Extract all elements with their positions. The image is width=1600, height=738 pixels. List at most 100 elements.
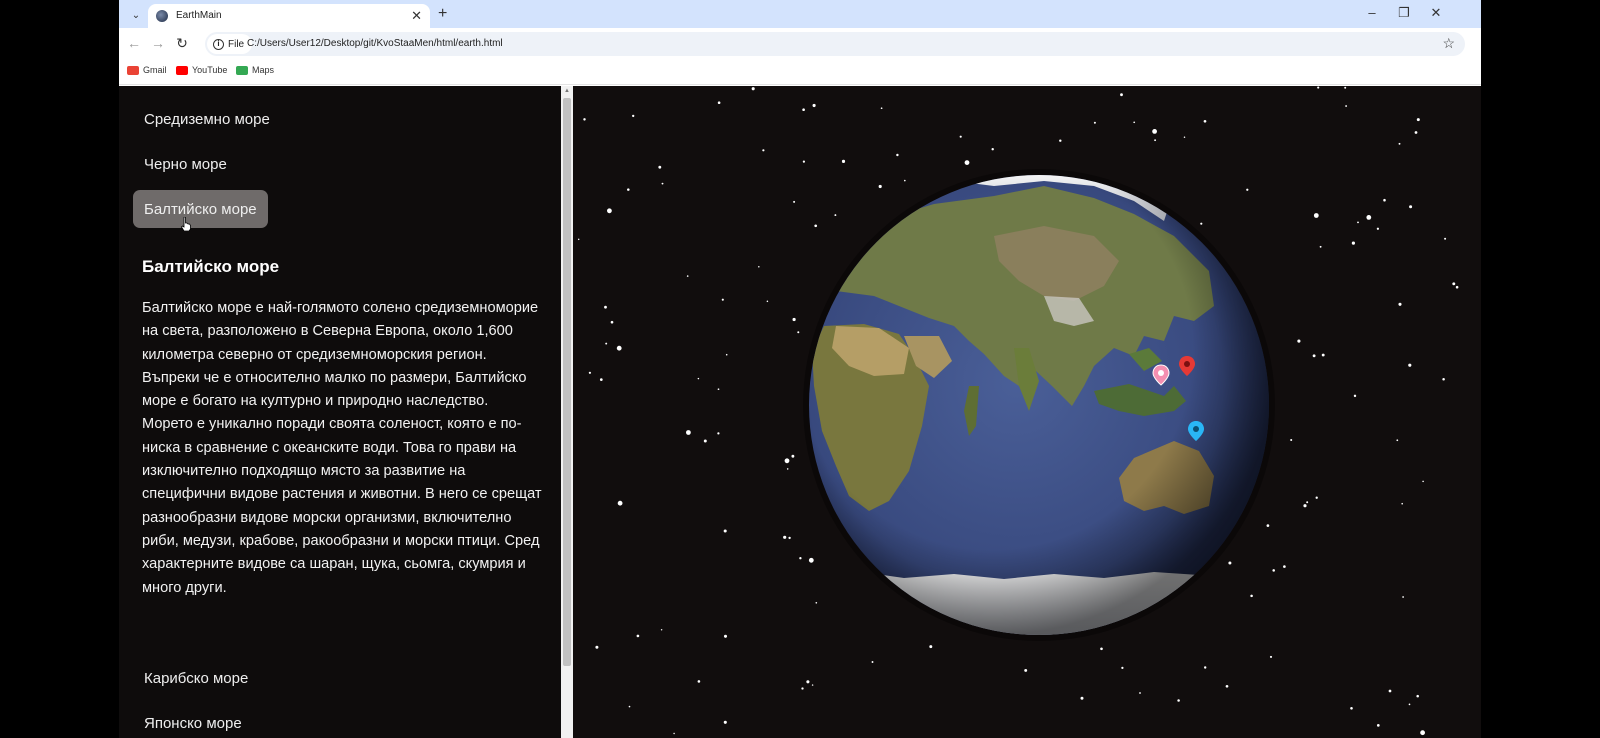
menu-item-caribbean[interactable]: Карибско море [133, 659, 259, 697]
star [1344, 86, 1347, 89]
site-info-chip[interactable]: i File [207, 34, 253, 54]
reload-icon[interactable]: ↻ [173, 35, 191, 52]
star [1183, 136, 1186, 139]
star [697, 680, 701, 683]
sidebar-scrollbar[interactable]: ▲ [561, 86, 573, 738]
star [1420, 730, 1425, 736]
star [1121, 666, 1124, 670]
star [1376, 227, 1380, 230]
star [808, 557, 814, 563]
browser-window: ⌄ EarthMain ✕ + – ❐ ✕ ← → ↻ i File C:/Us… [119, 0, 1481, 738]
star [1319, 245, 1322, 248]
star [721, 298, 724, 301]
star [1396, 439, 1399, 442]
menu-item-baltic-sea[interactable]: Балтийско море [133, 190, 268, 228]
star [1321, 353, 1325, 357]
star [1139, 692, 1141, 694]
star [636, 634, 640, 638]
star [801, 687, 804, 690]
star [627, 188, 630, 191]
star [577, 238, 580, 241]
forward-arrow-icon[interactable]: → [149, 35, 167, 51]
star [1120, 93, 1123, 97]
star [783, 535, 787, 539]
page-content: Средиземно море Черно море Балтийско мор… [119, 86, 1481, 738]
menu-item-mediterranean[interactable]: Средиземно море [133, 100, 281, 138]
menu-item-black-sea[interactable]: Черно море [133, 145, 238, 183]
bookmark-star-icon[interactable]: ☆ [1442, 35, 1455, 52]
star [880, 107, 883, 110]
close-tab-icon[interactable]: ✕ [411, 8, 422, 24]
restore-icon[interactable]: ❐ [1394, 5, 1414, 21]
star [904, 179, 906, 182]
star [929, 645, 933, 649]
url-text[interactable]: C:/Users/User12/Desktop/git/KvoStaaMen/h… [247, 38, 503, 49]
star [878, 184, 882, 189]
star [1290, 438, 1293, 442]
star [1093, 121, 1096, 124]
star [802, 108, 805, 112]
star [1398, 302, 1402, 306]
star [791, 454, 795, 458]
scroll-thumb[interactable] [563, 98, 571, 666]
star [812, 103, 816, 108]
section-title: Балтийско море [142, 257, 280, 276]
star [1315, 496, 1318, 499]
star [786, 468, 789, 470]
bookmark-youtube[interactable]: YouTube [176, 65, 227, 75]
youtube-icon [176, 65, 188, 75]
star [1408, 703, 1411, 706]
star [1442, 378, 1445, 381]
address-bar[interactable]: i File C:/Users/User12/Desktop/git/KvoSt… [205, 32, 1465, 56]
star [607, 208, 612, 214]
star [896, 153, 899, 157]
info-icon: i [213, 38, 224, 50]
star [703, 439, 707, 443]
tab-earthmain[interactable]: EarthMain ✕ [148, 4, 430, 28]
star [762, 149, 765, 152]
star [1266, 524, 1270, 527]
globe-viewport[interactable] [574, 86, 1481, 738]
star [1351, 241, 1355, 245]
bookmark-maps[interactable]: Maps [236, 65, 274, 75]
toolbar: ← → ↻ i File C:/Users/User12/Desktop/git… [119, 28, 1481, 60]
star [841, 159, 846, 163]
star [604, 305, 607, 309]
star [717, 101, 721, 104]
star [793, 200, 796, 203]
star [788, 536, 791, 540]
bookmark-gmail[interactable]: Gmail [127, 65, 167, 75]
bookmark-label: YouTube [192, 65, 228, 75]
globe-scene [577, 86, 1459, 736]
star [616, 345, 622, 351]
tab-search-chevron-icon[interactable]: ⌄ [125, 4, 147, 26]
minimize-icon[interactable]: – [1362, 5, 1382, 20]
star [1414, 131, 1418, 134]
new-tab-plus-icon[interactable]: + [438, 5, 447, 23]
star [1455, 285, 1459, 289]
star [1306, 501, 1309, 504]
star [673, 732, 675, 735]
gmail-icon [127, 65, 139, 75]
globe-shading [809, 175, 1269, 635]
star [799, 557, 802, 560]
star [686, 430, 691, 435]
scroll-up-arrow-icon[interactable]: ▲ [564, 88, 570, 94]
window-close-icon[interactable]: ✕ [1426, 5, 1446, 21]
star [1388, 689, 1392, 693]
star [1203, 119, 1207, 123]
star [1408, 363, 1412, 367]
star [686, 275, 689, 277]
star [784, 458, 790, 464]
star [751, 87, 755, 91]
star [959, 135, 962, 138]
star [1246, 188, 1249, 191]
star [1133, 121, 1136, 124]
star [1313, 213, 1319, 218]
menu-item-japan-sea[interactable]: Японско море [133, 704, 253, 738]
star [725, 353, 728, 356]
star [758, 266, 760, 268]
star [766, 300, 769, 303]
star [834, 214, 837, 217]
back-arrow-icon[interactable]: ← [125, 35, 143, 51]
